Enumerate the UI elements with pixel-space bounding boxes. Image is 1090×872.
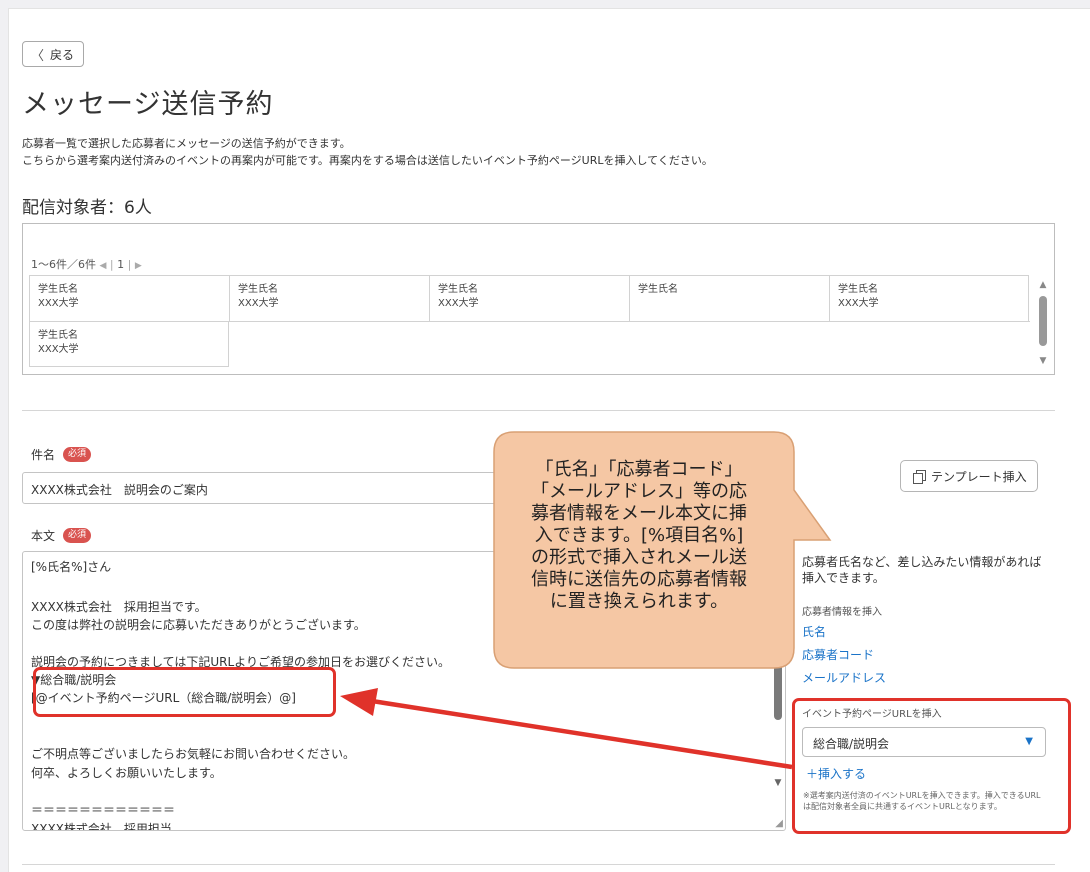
student-name: 学生氏名 (38, 284, 78, 295)
scroll-thumb[interactable] (774, 658, 782, 720)
callout-line: 信時に送信先の応募者情報 (531, 569, 747, 590)
body-line: XXXX株式会社 採用担当 (31, 822, 172, 831)
scroll-up-icon[interactable]: ▲ (1038, 280, 1048, 290)
body-line: 何卒、よろしくお願いいたします。 (31, 766, 222, 780)
grid-line (229, 321, 1030, 322)
insert-name-link[interactable]: 氏名 (802, 623, 826, 640)
callout-line: 「氏名」「応募者コード」 (535, 459, 743, 480)
pager: 1〜6件／6件 ◀ | 1 | ▶ (31, 256, 142, 272)
recipient-cell: 学生氏名 XXX大学 (829, 275, 1029, 321)
student-school: XXX大学 (38, 298, 79, 309)
student-name: 学生氏名 (438, 284, 478, 295)
body-line: ＝＝＝＝＝＝＝＝＝＝＝＝ (31, 803, 176, 817)
recipient-cell: 学生氏名 (629, 275, 829, 321)
callout-line: の形式で挿入されメール送 (531, 547, 747, 568)
recipients-heading: 配信対象者：6人 (22, 198, 152, 218)
prev-page-icon[interactable]: ◀ (100, 261, 107, 271)
callout-line: 「メールアドレス」等の応 (531, 481, 747, 502)
callout-line: に置き換えられます。 (549, 591, 729, 612)
student-school: XXX大学 (38, 344, 79, 355)
callout-line: 募者情報をメール本文に挿 (531, 503, 747, 524)
student-school: XXX大学 (238, 298, 279, 309)
template-insert-label: テンプレート挿入 (931, 469, 1027, 484)
placeholder-highlight (33, 667, 336, 717)
chevron-left-icon: 〈 (31, 48, 45, 64)
page-title: メッセージ送信予約 (22, 89, 274, 120)
body-line: ご不明点等ございましたらお気軽にお問い合わせください。 (31, 747, 356, 761)
insert-help-text: 応募者氏名など、差し込みたい情報があれば挿入できます。 (802, 555, 1042, 585)
recipient-cell: 学生氏名 XXX大学 (429, 275, 629, 321)
description-line: 応募者一覧で選択した応募者にメッセージの送信予約ができます。 (22, 137, 351, 150)
page-description: 応募者一覧で選択した応募者にメッセージの送信予約ができます。 こちらから選考案内… (22, 135, 713, 169)
student-name: 学生氏名 (238, 284, 278, 295)
student-name: 学生氏名 (838, 284, 878, 295)
back-button[interactable]: 〈 戻る (22, 41, 84, 67)
pager-range: 1〜6件／6件 (31, 258, 96, 271)
body-label-text: 本文 (31, 529, 56, 543)
section-divider (22, 410, 1055, 411)
list-scrollbar[interactable]: ▲ ▼ (1038, 280, 1048, 366)
template-insert-button[interactable]: テンプレート挿入 (900, 460, 1038, 492)
body-line: この度は弊社の説明会に応募いただきありがとうございます。 (31, 618, 366, 632)
resize-handle-icon[interactable]: ◢ (775, 818, 783, 829)
recipient-cell: 学生氏名 XXX大学 (29, 275, 229, 321)
required-badge: 必須 (63, 528, 92, 543)
student-name: 学生氏名 (638, 284, 678, 295)
next-page-icon[interactable]: ▶ (135, 261, 142, 271)
copy-icon (913, 470, 926, 484)
event-url-highlight (792, 698, 1071, 834)
student-name: 学生氏名 (38, 330, 78, 341)
required-badge: 必須 (63, 447, 92, 462)
student-school: XXX大学 (438, 298, 479, 309)
subject-label-text: 件名 (31, 448, 56, 462)
back-label: 戻る (50, 47, 75, 62)
student-school: XXX大学 (838, 298, 879, 309)
insert-email-link[interactable]: メールアドレス (802, 669, 886, 686)
recipient-cell: 学生氏名 XXX大学 (29, 321, 229, 367)
scroll-thumb[interactable] (1039, 296, 1047, 346)
body-line: XXXX株式会社 採用担当です。 (31, 600, 207, 614)
callout-text: 「氏名」「応募者コード」 「メールアドレス」等の応 募者情報をメール本文に挿 入… (494, 459, 784, 613)
bottom-divider (22, 864, 1055, 865)
body-line: [%氏名%]さん (31, 560, 112, 574)
recipient-cell: 学生氏名 XXX大学 (229, 275, 429, 321)
subject-label: 件名 必須 (31, 446, 92, 463)
recipient-list: 1〜6件／6件 ◀ | 1 | ▶ 学生氏名 XXX大学 学生氏名 XXX大学 … (22, 223, 1055, 375)
body-label: 本文 必須 (31, 527, 92, 544)
body-scrollbar[interactable]: ▼ (773, 622, 783, 802)
scroll-down-icon[interactable]: ▼ (1038, 356, 1048, 366)
description-line: こちらから選考案内送付済みのイベントの再案内が可能です。再案内をする場合は送信し… (22, 154, 713, 167)
pager-current[interactable]: 1 (117, 258, 124, 271)
callout-line: 入できます。[%項目名%] (534, 525, 744, 546)
applicant-info-label: 応募者情報を挿入 (802, 607, 882, 618)
pager-separator: | (109, 258, 114, 271)
pager-separator: | (127, 258, 132, 271)
insert-applicant-code-link[interactable]: 応募者コード (802, 646, 874, 663)
scroll-down-icon[interactable]: ▼ (773, 778, 783, 788)
